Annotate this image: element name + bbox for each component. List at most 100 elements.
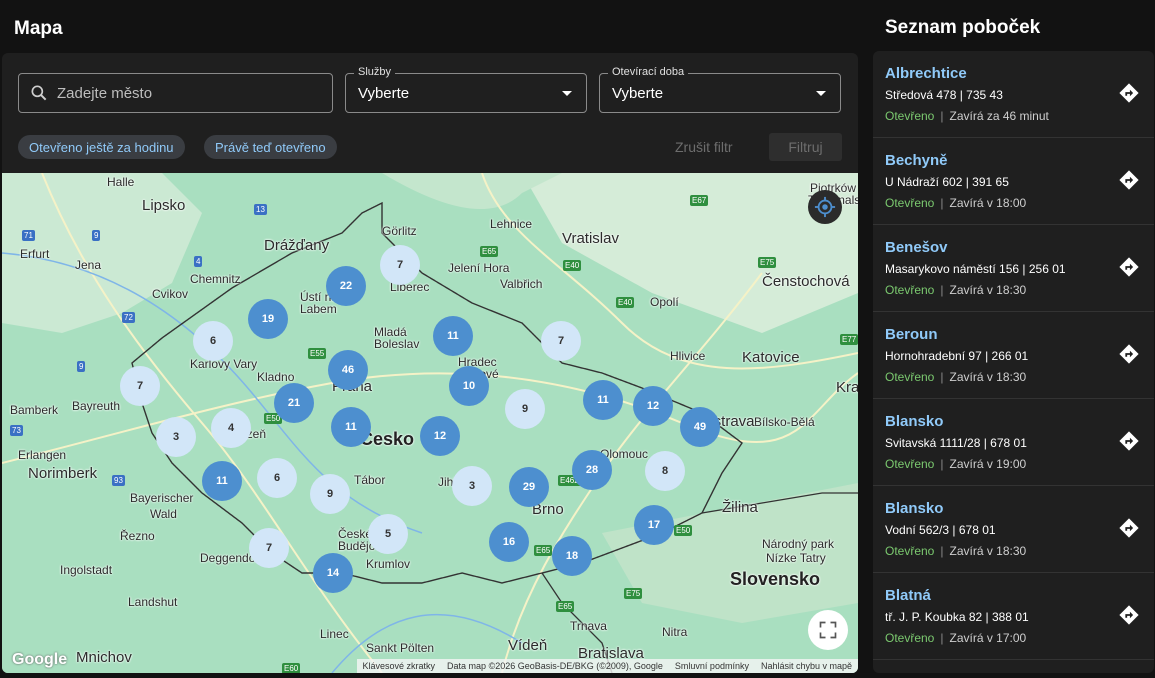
crosshair-icon: [814, 196, 836, 218]
map-cluster-marker[interactable]: 10: [449, 366, 489, 406]
map-cluster-marker[interactable]: 16: [489, 522, 529, 562]
directions-icon[interactable]: [1118, 604, 1140, 626]
fullscreen-button[interactable]: [808, 610, 848, 650]
branch-name[interactable]: Benešov: [885, 239, 1142, 256]
branch-name[interactable]: Bechyně: [885, 152, 1142, 169]
branch-address: Svitavská 1111/28 | 678 01: [885, 436, 1027, 450]
branch-item[interactable]: Blansko Vodní 562/3 | 678 01 Otevřeno | Zaví…: [873, 486, 1154, 573]
terms-link[interactable]: Smluvní podmínky: [675, 661, 749, 671]
branch-item[interactable]: Bechyně U Nádraží 602 | 391 65 Otevřeno | Za…: [873, 138, 1154, 225]
map-cluster-marker[interactable]: 9: [505, 389, 545, 429]
map-label-jena: Jena: [75, 258, 102, 272]
map-cluster-marker[interactable]: 7: [120, 366, 160, 406]
map-label-drazdany: Drážďany: [264, 237, 330, 254]
my-location-button[interactable]: [808, 190, 842, 224]
map-label-erfurt: Erfurt: [20, 247, 50, 261]
report-error-link[interactable]: Nahlásit chybu v mapě: [761, 661, 852, 671]
map-label-gorlitz: Görlitz: [382, 224, 417, 238]
services-select[interactable]: Služby Vyberte: [345, 66, 587, 113]
branch-name[interactable]: Albrechtice: [885, 65, 1142, 82]
map-cluster-marker[interactable]: 7: [380, 245, 420, 285]
branch-item[interactable]: Benešov Masarykovo náměstí 156 | 256 01 Ot…: [873, 225, 1154, 312]
branch-name[interactable]: Beroun: [885, 326, 1142, 343]
clear-filter-button[interactable]: Zrušit filtr: [667, 134, 741, 160]
map-cluster-marker[interactable]: 6: [257, 458, 297, 498]
directions-icon[interactable]: [1118, 517, 1140, 539]
map-label-tatry2: Nízke Tatry: [766, 551, 826, 565]
map-cluster-marker[interactable]: 6: [193, 321, 233, 361]
chip-open-now[interactable]: Právě teď otevřeno: [204, 135, 337, 159]
branch-name[interactable]: Blansko: [885, 500, 1142, 517]
map[interactable]: Halle Lipsko Erfurt Jena Drážďany Görlitz Lehn…: [2, 173, 858, 673]
map-label-landshut: Landshut: [128, 595, 178, 609]
directions-icon[interactable]: [1118, 430, 1140, 452]
road-shield: E50: [674, 525, 693, 536]
map-cluster-marker[interactable]: 7: [541, 321, 581, 361]
branch-item[interactable]: Blansko Svitavská 1111/28 | 678 01 Otevřen…: [873, 399, 1154, 486]
branch-open-status: Otevřeno: [885, 109, 935, 123]
map-cluster-marker[interactable]: 46: [328, 350, 368, 390]
branch-item[interactable]: Blatná tř. J. P. Koubka 82 | 388 01 Otevře…: [873, 573, 1154, 660]
map-cluster-marker[interactable]: 11: [202, 461, 242, 501]
chip-open-next-hour[interactable]: Otevřeno ještě za hodinu: [18, 135, 185, 159]
map-cluster-marker[interactable]: 11: [331, 407, 371, 447]
map-cluster-marker[interactable]: 28: [572, 450, 612, 490]
road-shield: 13: [254, 204, 267, 215]
filter-button[interactable]: Filtruj: [769, 133, 842, 161]
map-cluster-marker[interactable]: 29: [509, 467, 549, 507]
branch-closing-time: Zavírá v 18:00: [949, 196, 1027, 210]
map-label-mnichov: Mnichov: [76, 649, 132, 666]
directions-icon[interactable]: [1118, 256, 1140, 278]
hours-select[interactable]: Otevírací doba Vyberte: [599, 66, 841, 113]
status-separator: |: [940, 370, 944, 384]
map-cluster-marker[interactable]: 21: [274, 383, 314, 423]
branch-closing-time: Zavírá v 18:30: [949, 283, 1027, 297]
map-cluster-marker[interactable]: 8: [645, 451, 685, 491]
branch-name[interactable]: Blansko: [885, 413, 1142, 430]
map-cluster-marker[interactable]: 7: [249, 528, 289, 568]
map-label-halle: Halle: [107, 175, 135, 189]
map-label-karlovy: Karlovy Vary: [190, 357, 258, 371]
branch-closing-time: Zavírá v 18:30: [949, 544, 1027, 558]
map-cluster-marker[interactable]: 49: [680, 407, 720, 447]
branch-status: Otevřeno | Zavírá v 18:30: [885, 370, 1142, 384]
hours-label: Otevírací doba: [608, 66, 689, 78]
map-cluster-marker[interactable]: 11: [433, 316, 473, 356]
map-label-usti2: Labem: [300, 302, 337, 316]
city-search[interactable]: [18, 73, 333, 113]
map-cluster-marker[interactable]: 11: [583, 380, 623, 420]
fullscreen-icon: [819, 621, 837, 639]
directions-icon[interactable]: [1118, 169, 1140, 191]
map-cluster-marker[interactable]: 19: [248, 299, 288, 339]
map-attribution: Klávesové zkratky Data map ©2026 GeoBasi…: [356, 659, 858, 673]
branch-item[interactable]: Beroun Hornohradební 97 | 266 01 Otevřeno |…: [873, 312, 1154, 399]
branch-item[interactable]: Albrechtice Středová 478 | 735 43 Otevřeno…: [873, 51, 1154, 138]
branch-open-status: Otevřeno: [885, 544, 935, 558]
map-cluster-marker[interactable]: 17: [634, 505, 674, 545]
map-label-zilina: Žilina: [722, 499, 758, 516]
map-cluster-marker[interactable]: 12: [420, 416, 460, 456]
map-cluster-marker[interactable]: 18: [552, 536, 592, 576]
branch-name[interactable]: Blatná: [885, 587, 1142, 604]
branch-address: U Nádraží 602 | 391 65: [885, 175, 1009, 189]
map-cluster-marker[interactable]: 22: [326, 266, 366, 306]
search-input[interactable]: [57, 84, 317, 102]
map-cluster-marker[interactable]: 14: [313, 553, 353, 593]
directions-icon[interactable]: [1118, 343, 1140, 365]
road-shield: E67: [690, 195, 709, 206]
search-icon: [31, 85, 47, 101]
map-cluster-marker[interactable]: 12: [633, 386, 673, 426]
map-label-krakow: Kra: [836, 379, 858, 396]
map-label-hlivice: Hlivice: [670, 349, 706, 363]
map-cluster-marker[interactable]: 5: [368, 514, 408, 554]
map-cluster-marker[interactable]: 3: [452, 466, 492, 506]
status-separator: |: [940, 109, 944, 123]
road-shield: E65: [480, 246, 499, 257]
map-cluster-marker[interactable]: 4: [211, 408, 251, 448]
map-label-slovensko: Slovensko: [730, 569, 821, 589]
directions-icon[interactable]: [1118, 82, 1140, 104]
map-cluster-marker[interactable]: 3: [156, 417, 196, 457]
keyboard-shortcuts-link[interactable]: Klávesové zkratky: [363, 661, 436, 671]
road-shield: E65: [556, 601, 575, 612]
map-cluster-marker[interactable]: 9: [310, 474, 350, 514]
